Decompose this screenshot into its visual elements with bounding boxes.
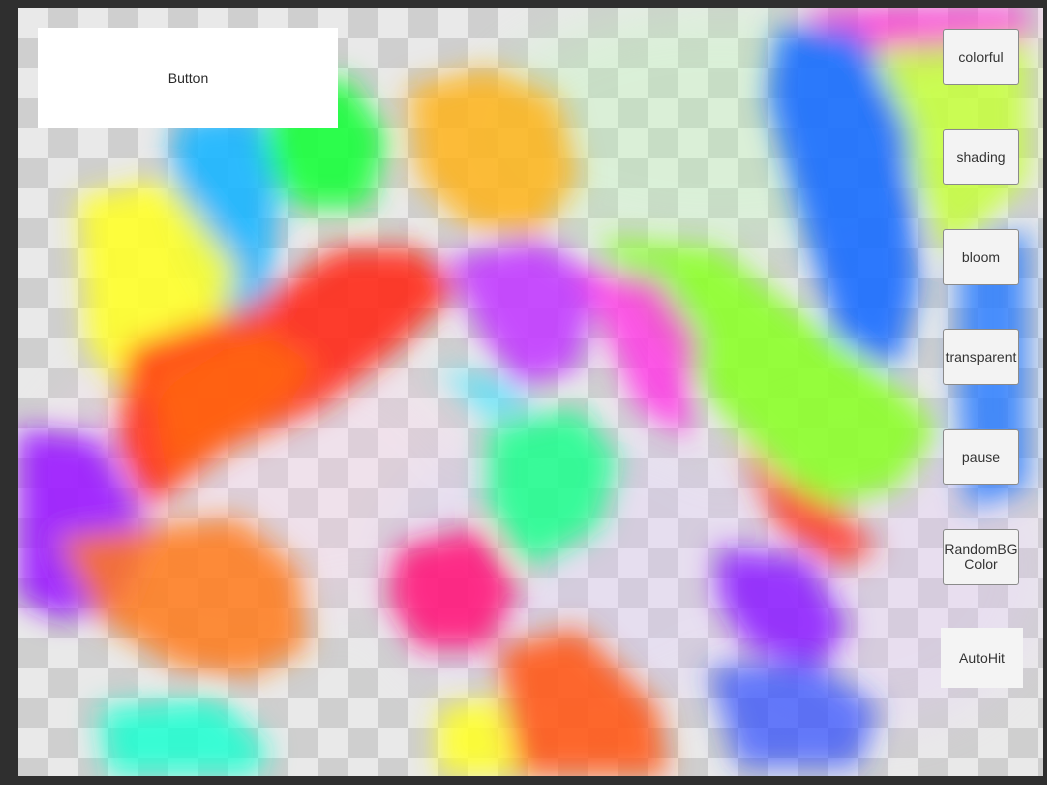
transparent-button[interactable]: transparent [943,329,1019,385]
dye-blob [448,238,598,388]
colorful-button[interactable]: colorful [943,29,1019,85]
dye-blob [98,698,268,776]
pause-button[interactable]: pause [943,429,1019,485]
auto-hit-button[interactable]: AutoHit [941,628,1023,688]
fluid-canvas-viewport[interactable]: Button colorful shading bloom transparen… [18,8,1043,776]
shading-button[interactable]: shading [943,129,1019,185]
main-button[interactable]: Button [38,28,338,128]
random-bg-color-button[interactable]: RandomBG Color [943,529,1019,585]
bloom-button[interactable]: bloom [943,229,1019,285]
dye-blob [438,698,518,776]
